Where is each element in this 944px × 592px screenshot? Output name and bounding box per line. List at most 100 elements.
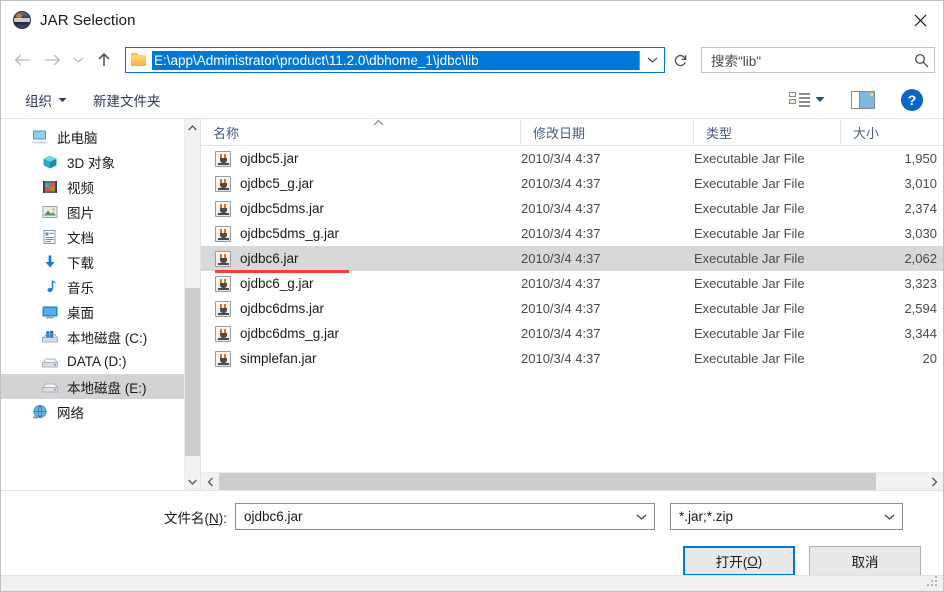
file-size-cell: 3,323 xyxy=(904,276,937,291)
help-label: ? xyxy=(907,91,917,108)
table-row[interactable]: ojdbc6.jar 2010/3/4 4:37 Executable Jar Fi… xyxy=(201,246,943,273)
organize-button[interactable]: 组织 xyxy=(19,86,73,114)
filename-input[interactable]: ojdbc6.jar xyxy=(235,503,655,530)
file-name-label: ojdbc6_g.jar xyxy=(240,276,314,291)
folder-icon xyxy=(131,53,147,67)
new-folder-label: 新建文件夹 xyxy=(93,93,161,109)
scroll-left-icon[interactable] xyxy=(201,473,219,490)
organize-label: 组织 xyxy=(25,93,52,109)
sidebar-item-11[interactable]: 网络 xyxy=(1,399,184,424)
recent-locations-chevron-down-icon[interactable] xyxy=(67,45,89,75)
up-one-level-icon[interactable] xyxy=(89,45,119,75)
file-name-cell: ojdbc6dms_g.jar xyxy=(201,325,521,342)
preview-pane-icon[interactable] xyxy=(851,90,875,109)
column-header-size[interactable]: 大小 xyxy=(841,119,943,145)
file-name-label: simplefan.jar xyxy=(240,351,317,366)
file-name-cell: ojdbc6.jar xyxy=(201,250,521,267)
table-row[interactable]: ojdbc5dms.jar 2010/3/4 4:37 Executable Jar… xyxy=(201,196,943,221)
column-header-name[interactable]: 名称 xyxy=(201,119,521,145)
table-row[interactable]: ojdbc6dms.jar 2010/3/4 4:37 Executable Jar… xyxy=(201,296,943,321)
file-size-cell: 2,594 xyxy=(904,301,937,316)
file-type-cell: Executable Jar File xyxy=(694,176,805,191)
file-list[interactable]: ojdbc5.jar 2010/3/4 4:37 Executable Jar Fi… xyxy=(201,146,943,472)
table-row[interactable]: simplefan.jar 2010/3/4 4:37 Executable Jar… xyxy=(201,346,943,371)
file-date-cell: 2010/3/4 4:37 xyxy=(521,276,601,291)
sidebar-item-3[interactable]: 图片 xyxy=(1,199,184,224)
search-icon[interactable] xyxy=(908,48,934,72)
sidebar-item-label: 音乐 xyxy=(67,280,94,296)
cancel-button[interactable]: 取消 xyxy=(809,546,921,576)
file-size-cell: 2,062 xyxy=(904,251,937,266)
file-name-cell: ojdbc5.jar xyxy=(201,150,521,167)
jar-file-icon xyxy=(215,150,231,167)
forward-icon[interactable] xyxy=(37,45,67,75)
resize-grip[interactable] xyxy=(927,576,938,587)
search-box[interactable]: 搜索"lib" xyxy=(701,47,935,73)
sidebar-item-7[interactable]: 桌面 xyxy=(1,299,184,324)
help-icon[interactable]: ? xyxy=(901,88,923,111)
open-button[interactable]: 打开(O) xyxy=(683,546,795,576)
file-size-cell: 1,950 xyxy=(904,151,937,166)
table-row[interactable]: ojdbc6dms_g.jar 2010/3/4 4:37 Executable J… xyxy=(201,321,943,346)
file-date-cell: 2010/3/4 4:37 xyxy=(521,251,601,266)
file-list-horizontal-scrollbar[interactable] xyxy=(201,472,943,490)
sidebar-scroll-thumb[interactable] xyxy=(185,287,200,457)
sidebar-scroll-track[interactable] xyxy=(185,136,200,473)
filter-chevron-down-icon[interactable] xyxy=(876,513,902,521)
scroll-up-icon[interactable] xyxy=(185,119,200,136)
new-folder-button[interactable]: 新建文件夹 xyxy=(87,86,167,114)
column-header-type[interactable]: 类型 xyxy=(694,119,841,145)
jar-file-icon xyxy=(215,200,231,217)
file-type-filter-value[interactable]: *.jar;*.zip xyxy=(671,509,876,524)
close-icon[interactable] xyxy=(897,2,943,39)
back-icon[interactable] xyxy=(7,45,37,75)
sidebar-item-2[interactable]: 视频 xyxy=(1,174,184,199)
cancel-label: 取消 xyxy=(851,555,879,570)
file-type-filter-select[interactable]: *.jar;*.zip xyxy=(670,503,903,530)
sidebar-item-4[interactable]: 文档 xyxy=(1,224,184,249)
address-bar[interactable]: E:\app\Administrator\product\11.2.0\dbho… xyxy=(125,47,665,73)
refresh-icon[interactable] xyxy=(667,47,693,73)
change-view-icon[interactable] xyxy=(789,91,811,109)
filename-value[interactable]: ojdbc6.jar xyxy=(236,509,628,524)
sidebar-item-5[interactable]: 下载 xyxy=(1,249,184,274)
sidebar-item-1[interactable]: 3D 对象 xyxy=(1,149,184,174)
computer-icon xyxy=(31,129,49,145)
column-header-date[interactable]: 修改日期 xyxy=(521,119,694,145)
table-row[interactable]: ojdbc6_g.jar 2010/3/4 4:37 Executable Jar … xyxy=(201,271,943,296)
sidebar-item-9[interactable]: DATA (D:) xyxy=(1,349,184,374)
scroll-right-icon[interactable] xyxy=(925,473,943,490)
sidebar-item-label: 本地磁盘 (C:) xyxy=(67,330,148,346)
file-date-cell: 2010/3/4 4:37 xyxy=(521,351,601,366)
filename-label-suffix: ): xyxy=(218,510,227,526)
filename-chevron-down-icon[interactable] xyxy=(628,513,654,521)
open-label-suffix: ) xyxy=(757,553,763,569)
scroll-down-icon[interactable] xyxy=(185,473,200,490)
table-row[interactable]: ojdbc5_g.jar 2010/3/4 4:37 Executable Jar … xyxy=(201,171,943,196)
sidebar-item-10[interactable]: 本地磁盘 (E:) xyxy=(1,374,184,399)
sidebar-list: 此电脑 3D 对象 视频图片文档 下载音乐桌面本地磁盘 (C:) DATA (D:) 本地… xyxy=(1,119,184,490)
file-pane: 名称 修改日期 类型 大小 ojdbc5.jar 2010/3/4 4:37 Exe… xyxy=(201,119,943,490)
view-options-chevron-down-icon[interactable] xyxy=(815,96,825,103)
address-chevron-down-icon[interactable] xyxy=(640,48,664,72)
horizontal-scroll-thumb[interactable] xyxy=(219,473,876,490)
sidebar-item-8[interactable]: 本地磁盘 (C:) xyxy=(1,324,184,349)
sidebar-item-6[interactable]: 音乐 xyxy=(1,274,184,299)
file-name-label: ojdbc6dms_g.jar xyxy=(240,326,340,341)
file-size-cell: 3,010 xyxy=(904,176,937,191)
table-row[interactable]: ojdbc5.jar 2010/3/4 4:37 Executable Jar Fi… xyxy=(201,146,943,171)
sidebar-item-0[interactable]: 此电脑 xyxy=(1,124,184,149)
horizontal-scroll-track[interactable] xyxy=(219,473,925,490)
file-type-cell: Executable Jar File xyxy=(694,251,805,266)
search-input[interactable]: 搜索"lib" xyxy=(702,50,908,70)
sidebar-item-label: 图片 xyxy=(67,205,94,221)
address-path-text[interactable]: E:\app\Administrator\product\11.2.0\dbho… xyxy=(152,50,640,70)
jar-file-icon xyxy=(215,350,231,367)
java-sphere-icon xyxy=(13,11,31,29)
column-header-size-label: 大小 xyxy=(853,125,880,141)
column-header-row: 名称 修改日期 类型 大小 xyxy=(201,119,943,146)
sidebar-vertical-scrollbar[interactable] xyxy=(184,119,200,490)
file-type-cell: Executable Jar File xyxy=(694,151,805,166)
music-icon xyxy=(41,279,59,295)
table-row[interactable]: ojdbc5dms_g.jar 2010/3/4 4:37 Executable J… xyxy=(201,221,943,246)
